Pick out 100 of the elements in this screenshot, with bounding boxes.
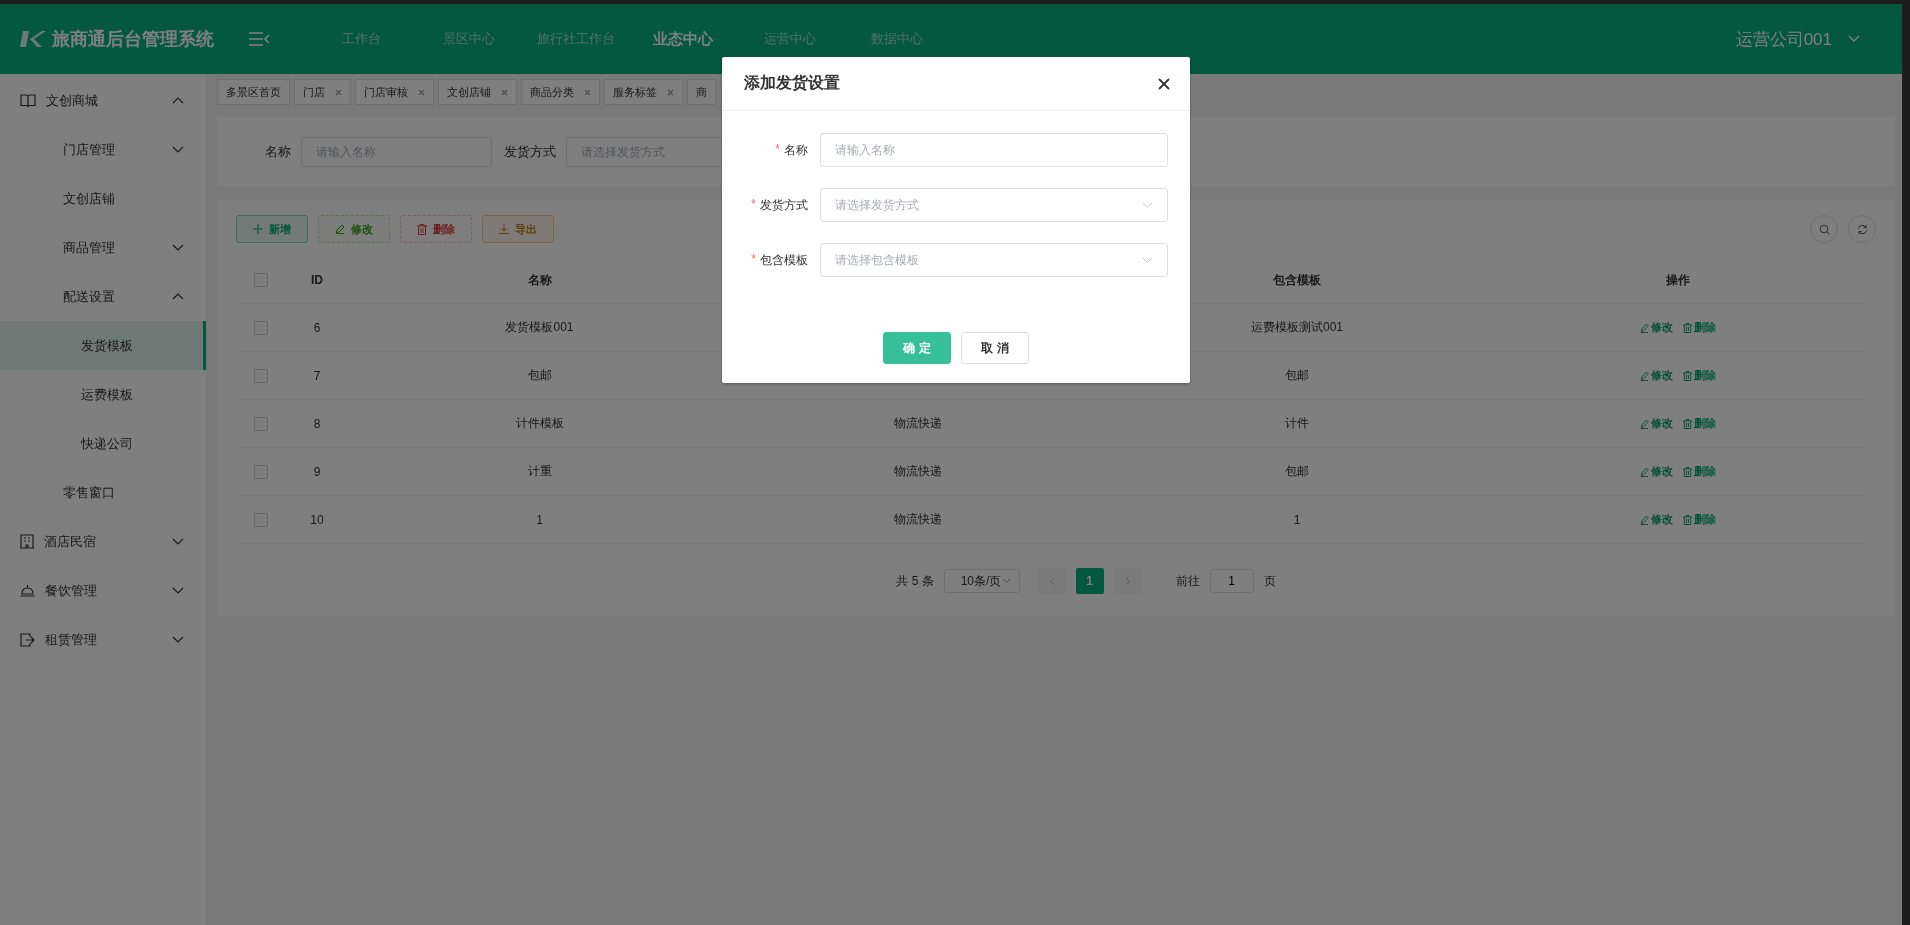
trash-icon (1683, 466, 1692, 477)
table-cell: 包邮 (1285, 463, 1309, 480)
column-header: 名称 (527, 271, 552, 289)
table-cell: 10 (310, 512, 324, 527)
nav-tab[interactable]: 景区中心 (415, 29, 522, 49)
sidebar-item[interactable]: 餐饮管理 (0, 566, 206, 615)
search-button[interactable] (1810, 215, 1838, 243)
table-cell: 物流快递 (893, 463, 942, 480)
sidebar-item[interactable]: 文创商城 (0, 76, 206, 125)
trash-icon (1683, 370, 1692, 381)
page-tab[interactable]: 服务标签 (604, 79, 683, 105)
trash-icon (417, 223, 427, 235)
close-icon[interactable] (1158, 77, 1170, 90)
sidebar-item[interactable]: 快递公司 (0, 419, 206, 468)
sidebar-item[interactable]: 零售窗口 (0, 468, 206, 517)
menu-fold-icon[interactable] (248, 31, 270, 47)
table-cell: 发货模板001 (505, 319, 574, 336)
table-cell: 计重 (527, 463, 552, 480)
delete-link[interactable]: 删除 (1683, 368, 1716, 383)
field-label: 包含模板 (760, 251, 808, 269)
sidebar-item[interactable]: 发货模板 (0, 321, 206, 370)
sidebar-item[interactable]: 租赁管理 (0, 615, 206, 664)
pencil-icon (335, 224, 345, 234)
sidebar-item[interactable]: 文创店铺 (0, 174, 206, 223)
chevron-down-icon (1142, 256, 1153, 264)
field-label: 名称 (265, 142, 291, 161)
table-cell: 1 (536, 512, 543, 527)
cancel-button[interactable]: 取 消 (961, 332, 1029, 364)
sidebar-item[interactable]: 商品管理 (0, 223, 206, 272)
page-tab[interactable]: 多景区首页 (217, 79, 290, 105)
table-cell: 1 (1293, 512, 1301, 527)
page-tab[interactable]: 商品分类 (521, 79, 600, 105)
delete-link[interactable]: 删除 (1683, 464, 1716, 479)
refresh-button[interactable] (1848, 215, 1876, 243)
service-bell-icon (20, 584, 35, 597)
page-input[interactable]: 1 (1209, 569, 1254, 593)
table-cell: 包邮 (527, 367, 552, 384)
refresh-icon (1856, 223, 1868, 235)
toolbar-button[interactable]: 新增 (236, 215, 308, 243)
chevron-down-icon (1001, 578, 1011, 584)
checkbox[interactable] (254, 416, 268, 431)
user-name[interactable]: 运营公司001 (1735, 27, 1832, 51)
edit-link[interactable]: 修改 (1640, 464, 1673, 479)
checkbox[interactable] (254, 273, 268, 287)
book-icon (20, 93, 36, 108)
toolbar-button[interactable]: 导出 (482, 215, 554, 243)
checkbox[interactable] (254, 368, 268, 383)
pencil-icon (1640, 466, 1649, 477)
select-field[interactable]: 请选择发货方式 (820, 188, 1168, 222)
page-tab[interactable]: 商 (687, 79, 716, 105)
required-asterisk: * (751, 196, 756, 213)
delete-link[interactable]: 删除 (1683, 320, 1716, 335)
pencil-icon (1640, 322, 1649, 333)
exit-icon (20, 632, 35, 647)
select-field[interactable]: 请选择包含模板 (820, 243, 1168, 277)
edit-link[interactable]: 修改 (1640, 320, 1673, 335)
edit-link[interactable]: 修改 (1640, 416, 1673, 431)
sidebar-item[interactable]: 运费模板 (0, 370, 206, 419)
page-tab[interactable]: 门店 (294, 79, 351, 105)
chevron-down-icon (1142, 201, 1153, 209)
column-header: ID (311, 273, 323, 287)
pencil-icon (1640, 418, 1649, 429)
confirm-button[interactable]: 确 定 (883, 332, 951, 364)
nav-tab[interactable]: 旅行社工作台 (522, 29, 629, 49)
page-size-select[interactable]: 10条/页 (943, 569, 1020, 593)
nav-tab[interactable]: 数据中心 (843, 29, 950, 49)
delete-link[interactable]: 删除 (1683, 512, 1716, 527)
sidebar-item[interactable]: 门店管理 (0, 125, 206, 174)
field-label: 发货方式 (504, 142, 556, 161)
input-field[interactable]: 请输入名称 (820, 133, 1168, 167)
page-unit: 页 (1263, 572, 1276, 590)
total-count: 共 5 条 (896, 572, 934, 590)
nav-tab[interactable]: 运营中心 (736, 29, 843, 49)
table-cell: 包邮 (1285, 367, 1309, 384)
checkbox[interactable] (254, 464, 268, 479)
page-tab[interactable]: 文创店铺 (438, 79, 517, 105)
table-cell: 计件 (1285, 415, 1309, 432)
sidebar-item[interactable]: 配送设置 (0, 272, 206, 321)
trash-icon (1683, 514, 1692, 525)
table-cell: 7 (313, 368, 321, 383)
chevron-down-icon[interactable] (1848, 35, 1860, 43)
sidebar-item[interactable]: 酒店民宿 (0, 517, 206, 566)
page-number[interactable]: 1 (1075, 568, 1104, 594)
trash-icon (1683, 322, 1692, 333)
edit-link[interactable]: 修改 (1640, 512, 1673, 527)
plus-icon (253, 224, 263, 234)
checkbox[interactable] (254, 320, 268, 335)
building-icon (20, 534, 34, 549)
nav-tab[interactable]: 业态中心 (629, 29, 736, 49)
checkbox[interactable] (254, 512, 268, 527)
field-label: 名称 (784, 141, 808, 159)
table-cell: 计件模板 (515, 415, 564, 432)
column-header: 操作 (1666, 271, 1690, 289)
edit-link[interactable]: 修改 (1640, 368, 1673, 383)
page-tab[interactable]: 门店审核 (355, 79, 434, 105)
search-icon (1818, 223, 1830, 235)
table-cell: 6 (313, 320, 321, 335)
table-cell: 运费模板测试001 (1251, 319, 1343, 336)
nav-tab[interactable]: 工作台 (308, 29, 415, 49)
delete-link[interactable]: 删除 (1683, 416, 1716, 431)
